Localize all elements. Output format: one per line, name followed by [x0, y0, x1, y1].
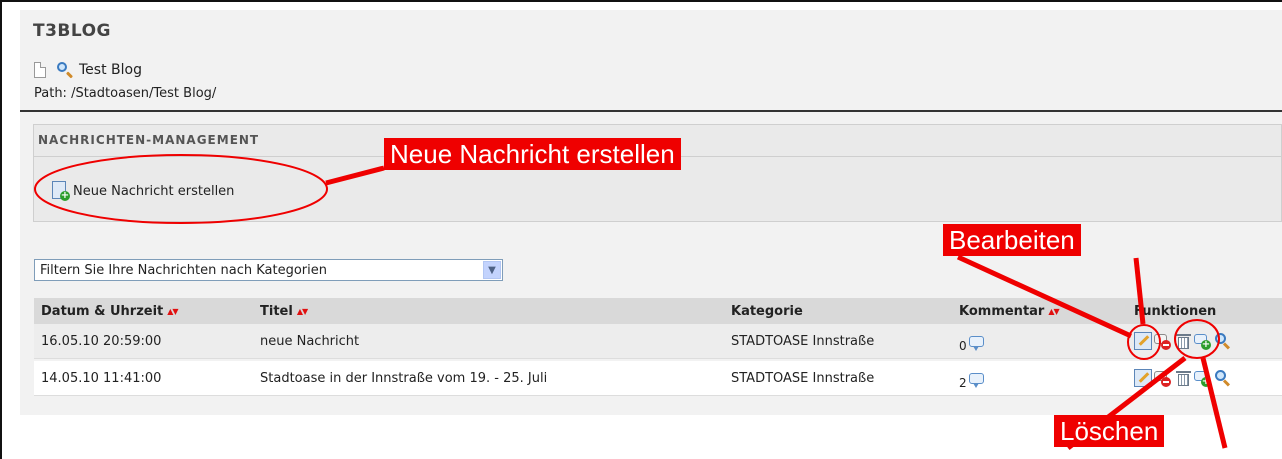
edit-icon[interactable]	[1134, 332, 1152, 350]
delete-comment-icon[interactable]	[1154, 332, 1172, 350]
blog-path: Path: /Stadtoasen/Test Blog/	[34, 86, 217, 101]
blog-header: Test Blog	[34, 61, 142, 79]
column-header-title[interactable]: Titel ▲▼	[260, 298, 308, 324]
row-date: 16.05.10 20:59:00	[41, 333, 162, 349]
comment-count: 0	[959, 339, 967, 353]
table-header: Datum & Uhrzeit ▲▼ Titel ▲▼ Kategorie Komm…	[34, 298, 1282, 324]
table-row: 14.05.10 11:41:00 Stadtoase in der Innst…	[34, 361, 1282, 396]
add-comment-icon[interactable]: +	[1194, 369, 1212, 387]
sort-arrows-icon[interactable]: ▲▼	[167, 307, 178, 316]
new-message-callout: Neue Nachricht erstellen	[384, 138, 681, 170]
new-document-icon: +	[52, 181, 70, 201]
section-title: NACHRICHTEN-MANAGEMENT	[38, 133, 260, 147]
view-icon[interactable]	[1214, 332, 1232, 350]
delete-callout: Löschen	[1054, 415, 1165, 447]
row-category: STADTOASE Innstraße	[731, 370, 875, 386]
column-header-comments[interactable]: Kommentar ▲▼	[959, 298, 1060, 324]
sort-arrows-icon[interactable]: ▲▼	[1048, 307, 1059, 316]
row-functions: +	[1134, 361, 1234, 395]
delete-comment-icon[interactable]	[1154, 369, 1172, 387]
comment-bubble-icon[interactable]	[968, 335, 984, 351]
row-title[interactable]: Stadtoase in der Innstraße vom 19. - 25.…	[260, 361, 547, 395]
trash-icon[interactable]	[1174, 332, 1192, 350]
row-comments[interactable]: 2	[959, 361, 984, 395]
column-header-functions: Funktionen	[1134, 303, 1217, 319]
column-header-date[interactable]: Datum & Uhrzeit ▲▼	[41, 298, 179, 324]
table-row: 16.05.10 20:59:00 neue Nachricht STADTOA…	[34, 324, 1282, 359]
trash-icon[interactable]	[1174, 369, 1192, 387]
category-filter-select[interactable]: Filtern Sie Ihre Nachrichten nach Katego…	[34, 259, 503, 281]
row-comments[interactable]: 0	[959, 324, 984, 358]
window-left-border	[0, 0, 2, 459]
row-category: STADTOASE Innstraße	[731, 333, 875, 349]
new-message-label: Neue Nachricht erstellen	[73, 183, 235, 199]
new-message-button[interactable]: + Neue Nachricht erstellen	[52, 181, 234, 201]
sort-arrows-icon[interactable]: ▲▼	[297, 307, 308, 316]
column-header-category: Kategorie	[731, 303, 803, 319]
header-divider	[20, 110, 1282, 112]
add-comment-icon[interactable]: +	[1194, 332, 1212, 350]
page-icon	[34, 62, 46, 78]
edit-icon[interactable]	[1134, 369, 1152, 387]
comment-count: 2	[959, 376, 967, 390]
zoom-icon[interactable]	[57, 62, 74, 79]
view-icon[interactable]	[1214, 369, 1232, 387]
row-functions: +	[1134, 324, 1234, 358]
row-date: 14.05.10 11:41:00	[41, 370, 162, 386]
comment-bubble-icon[interactable]	[968, 372, 984, 388]
chevron-down-icon[interactable]: ▼	[483, 261, 501, 279]
window-top-border	[0, 0, 1282, 2]
blog-name[interactable]: Test Blog	[79, 62, 142, 78]
edit-callout: Bearbeiten	[943, 224, 1081, 256]
row-title[interactable]: neue Nachricht	[260, 324, 359, 358]
category-filter-value: Filtern Sie Ihre Nachrichten nach Katego…	[40, 262, 327, 278]
page-title: T3BLOG	[33, 21, 112, 41]
